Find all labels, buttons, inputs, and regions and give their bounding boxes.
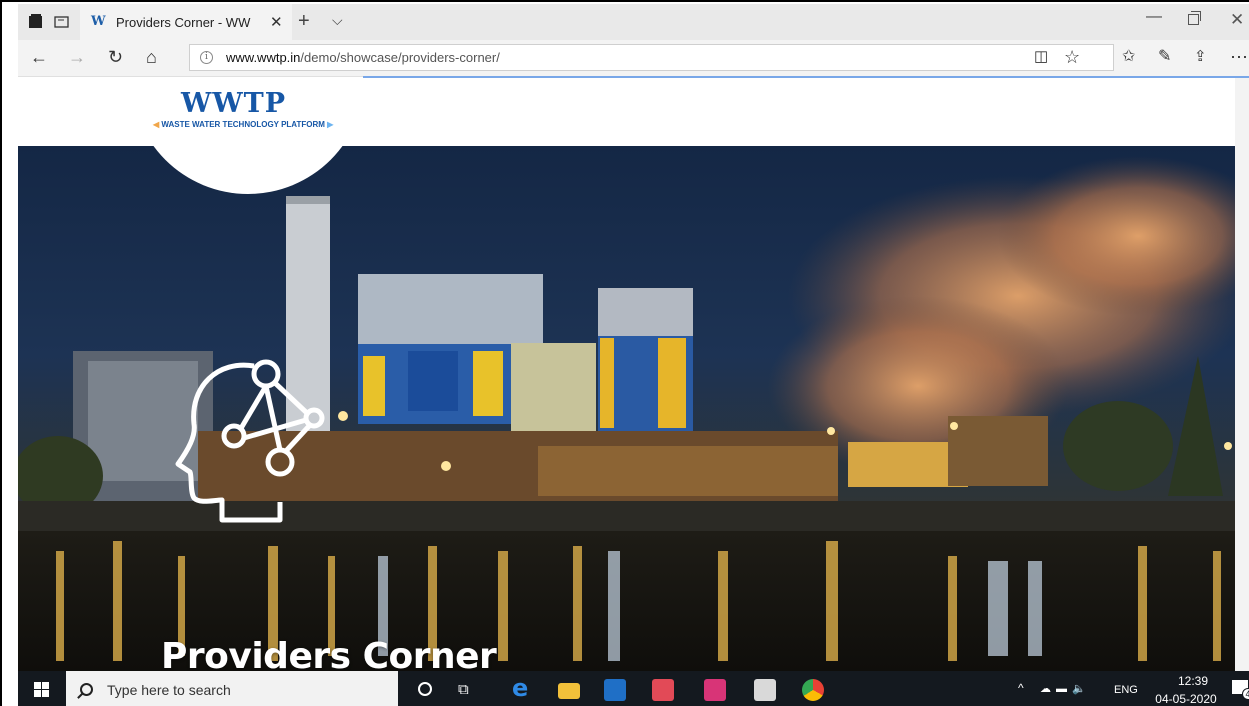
favorite-star-icon[interactable]: ☆	[1064, 47, 1080, 67]
chevron-down-icon[interactable]: ⌵	[332, 12, 343, 29]
wwtp-logo-tagline: ◀ WASTE WATER TECHNOLOGY PLATFORM ▶	[153, 120, 333, 129]
minimize-icon[interactable]: —	[1146, 8, 1162, 26]
tab-close-icon[interactable]: ✕	[270, 13, 283, 31]
clock-date[interactable]: 04-05-2020	[1146, 692, 1226, 706]
address-bar[interactable]: i www.wwtp.in/demo/showcase/providers-co…	[189, 44, 1114, 71]
url-domain: www.wwtp.in	[226, 50, 301, 65]
tab-active[interactable]: W Providers Corner - WW ✕	[80, 4, 292, 40]
reading-view-icon[interactable]: ◫	[1034, 47, 1048, 67]
close-icon[interactable]: ✕	[1230, 10, 1244, 30]
tab-preview-icon[interactable]	[54, 14, 70, 30]
navigation-bar: ← → ↻ ⌂ i www.wwtp.in/demo/showcase/prov…	[18, 40, 1249, 78]
hero-title: Providers Corner	[161, 636, 497, 671]
industrial-plant-night-image	[18, 156, 1235, 671]
search-placeholder: Type here to search	[107, 681, 231, 698]
forward-icon[interactable]: →	[68, 47, 86, 67]
wwtp-logo[interactable]: WWTP	[181, 88, 286, 119]
edge-browser-icon[interactable]: e	[512, 674, 534, 702]
webpage: Providers Corner WWTP ◀ WASTE WATER TECH…	[18, 78, 1235, 671]
pen-icon[interactable]: ✎	[1158, 47, 1171, 67]
restore-icon[interactable]	[1188, 11, 1201, 25]
tab-strip: W Providers Corner - WW ✕ + ⌵ — ✕	[18, 4, 1249, 40]
share-icon[interactable]: ⇪	[1194, 47, 1207, 67]
refresh-icon[interactable]: ↻	[108, 47, 123, 67]
hero-banner: Providers Corner	[18, 146, 1235, 671]
new-tab-icon[interactable]: +	[298, 10, 310, 33]
tab-title: Providers Corner - WW	[116, 14, 251, 30]
tray-status-icons[interactable]: ☁▬🔈	[1040, 682, 1091, 695]
snip-tool-icon[interactable]	[754, 679, 776, 701]
windows-start-icon[interactable]	[34, 682, 50, 698]
language-indicator[interactable]: ENG	[1114, 684, 1138, 696]
outlook-icon[interactable]	[604, 679, 626, 701]
logo-tagline-text: WASTE WATER TECHNOLOGY PLATFORM	[161, 120, 325, 129]
back-icon[interactable]: ←	[30, 47, 48, 67]
cortana-icon[interactable]	[418, 682, 432, 696]
screen: W Providers Corner - WW ✕ + ⌵ — ✕ ← → ↻ …	[0, 0, 1249, 706]
file-explorer-icon[interactable]	[558, 683, 580, 699]
tab-actions-icon[interactable]	[28, 14, 44, 30]
search-icon	[80, 683, 93, 696]
chrome-icon[interactable]	[802, 679, 824, 701]
arrow-right-icon: ▶	[324, 120, 334, 129]
taskbar-search-box[interactable]: Type here to search	[66, 671, 398, 706]
sync-app-icon[interactable]	[652, 679, 674, 701]
wwtp-favicon-icon: W	[91, 14, 106, 29]
home-icon[interactable]: ⌂	[146, 47, 157, 67]
chevron-up-icon[interactable]: ^	[1018, 681, 1024, 695]
more-icon[interactable]: ⋯	[1230, 47, 1248, 67]
url-text[interactable]: www.wwtp.in/demo/showcase/providers-corn…	[226, 50, 500, 65]
info-icon[interactable]: i	[200, 51, 213, 64]
notification-count-badge: 4	[1242, 688, 1249, 700]
url-path: /demo/showcase/providers-corner/	[300, 50, 500, 65]
taskbar: Type here to search ⧉ e ^ ☁▬🔈 ENG 12:39 …	[18, 671, 1249, 706]
whatsapp-icon[interactable]	[704, 679, 726, 701]
vertical-scrollbar[interactable]	[1235, 78, 1249, 671]
task-view-icon[interactable]: ⧉	[458, 681, 469, 698]
favorites-hub-icon[interactable]: ✩	[1122, 47, 1135, 67]
clock-time[interactable]: 12:39	[1166, 674, 1220, 688]
